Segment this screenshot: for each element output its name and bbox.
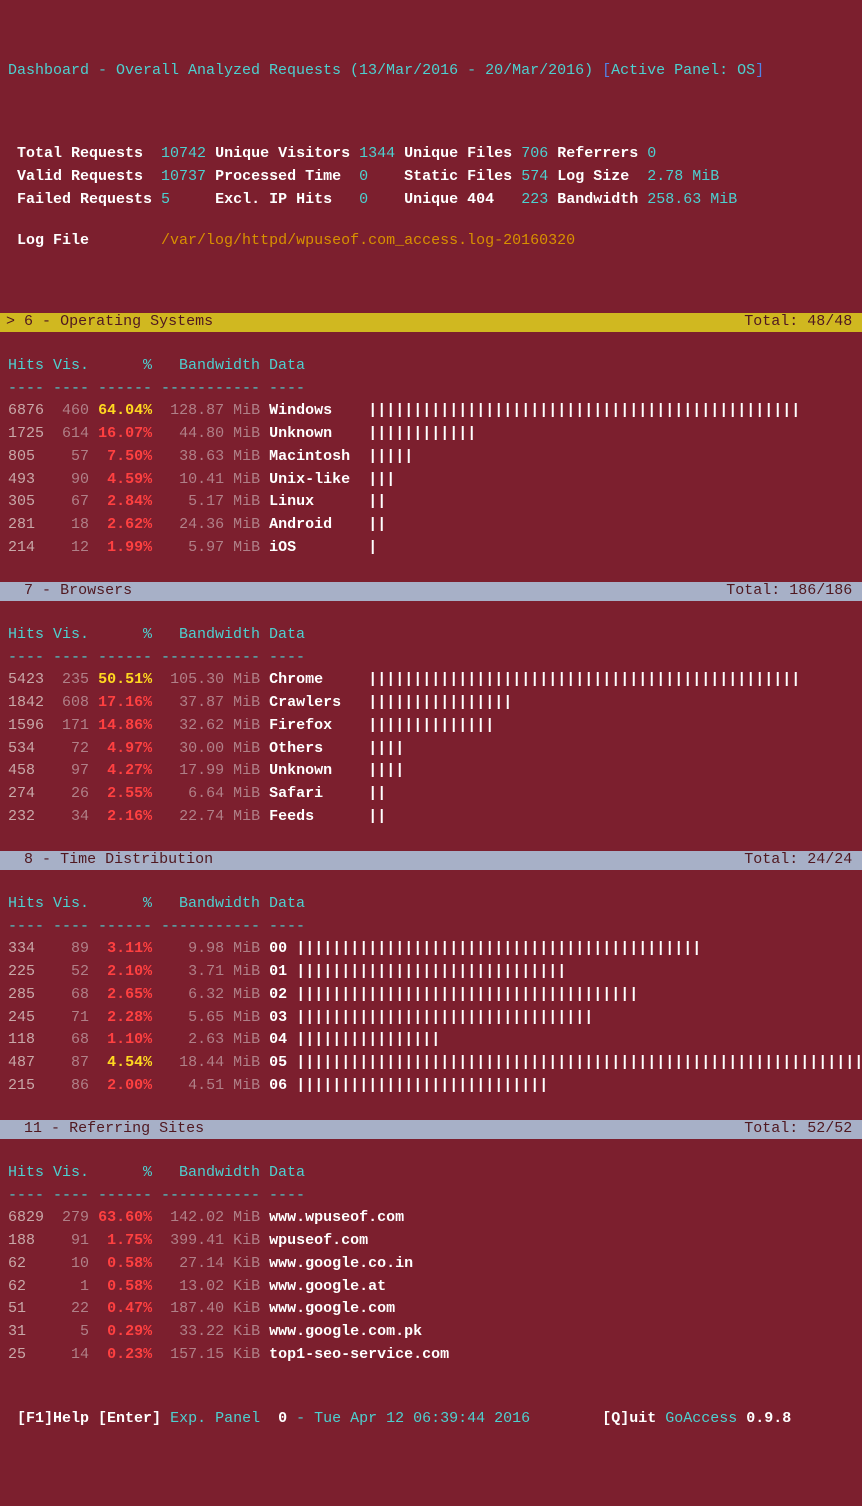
data-row[interactable]: 188 91 1.75% 399.41 KiB wpuseof.com [0,1230,862,1253]
blank [0,1098,862,1121]
data-row[interactable]: 118 68 1.10% 2.63 MiB 04 |||||||||||||||… [0,1029,862,1052]
dashboard-title: Dashboard - Overall Analyzed Requests (1… [0,56,862,83]
data-row[interactable]: 458 97 4.27% 17.99 MiB Unknown |||| [0,760,862,783]
column-headers: Hits Vis. % Bandwidth Data [0,624,862,647]
data-row[interactable]: 805 57 7.50% 38.63 MiB Macintosh ||||| [0,446,862,469]
data-row[interactable]: 62 1 0.58% 13.02 KiB www.google.at [0,1276,862,1299]
data-row[interactable]: 305 67 2.84% 5.17 MiB Linux || [0,491,862,514]
blank [0,601,862,624]
column-headers: Hits Vis. % Bandwidth Data [0,1162,862,1185]
data-row[interactable]: 51 22 0.47% 187.40 KiB www.google.com [0,1298,862,1321]
data-row[interactable]: 6876 460 64.04% 128.87 MiB Windows |||||… [0,400,862,423]
panel-header[interactable]: 7 - Browsers Total: 186/186 [0,582,862,601]
data-row[interactable]: 493 90 4.59% 10.41 MiB Unix-like ||| [0,469,862,492]
blank [0,102,862,125]
separator: ---- ---- ------ ----------- ---- [0,378,862,401]
separator: ---- ---- ------ ----------- ---- [0,916,862,939]
summary-row: Total Requests 10742 Unique Visitors 134… [0,143,862,166]
data-row[interactable]: 232 34 2.16% 22.74 MiB Feeds || [0,806,862,829]
data-row[interactable]: 225 52 2.10% 3.71 MiB 01 |||||||||||||||… [0,961,862,984]
blank [0,829,862,852]
data-row[interactable]: 334 89 3.11% 9.98 MiB 00 |||||||||||||||… [0,938,862,961]
data-row[interactable]: 215 86 2.00% 4.51 MiB 06 |||||||||||||||… [0,1075,862,1098]
blank [0,870,862,893]
data-row[interactable]: 214 12 1.99% 5.97 MiB iOS | [0,537,862,560]
data-row[interactable]: 25 14 0.23% 157.15 KiB top1-seo-service.… [0,1344,862,1367]
data-row[interactable]: 62 10 0.58% 27.14 KiB www.google.co.in [0,1253,862,1276]
blank [0,1367,862,1390]
summary-row: Failed Requests 5 Excl. IP Hits 0 Unique… [0,189,862,212]
column-headers: Hits Vis. % Bandwidth Data [0,355,862,378]
separator: ---- ---- ------ ----------- ---- [0,647,862,670]
log-file: Log File /var/log/httpd/wpuseof.com_acce… [0,230,862,253]
data-row[interactable]: 1725 614 16.07% 44.80 MiB Unknown ||||||… [0,423,862,446]
blank [0,1139,862,1162]
summary-row: Valid Requests 10737 Processed Time 0 St… [0,166,862,189]
data-row[interactable]: 1596 171 14.86% 32.62 MiB Firefox ||||||… [0,715,862,738]
blank [0,272,862,295]
panel-header[interactable]: > 6 - Operating Systems Total: 48/48 [0,313,862,332]
data-row[interactable]: 6829 279 63.60% 142.02 MiB www.wpuseof.c… [0,1207,862,1230]
data-row[interactable]: 31 5 0.29% 33.22 KiB www.google.com.pk [0,1321,862,1344]
data-row[interactable]: 1842 608 17.16% 37.87 MiB Crawlers |||||… [0,692,862,715]
separator: ---- ---- ------ ----------- ---- [0,1185,862,1208]
data-row[interactable]: 274 26 2.55% 6.64 MiB Safari || [0,783,862,806]
column-headers: Hits Vis. % Bandwidth Data [0,893,862,916]
panel-header[interactable]: 8 - Time Distribution Total: 24/24 [0,851,862,870]
data-row[interactable]: 487 87 4.54% 18.44 MiB 05 ||||||||||||||… [0,1052,862,1075]
data-row[interactable]: 285 68 2.65% 6.32 MiB 02 |||||||||||||||… [0,984,862,1007]
blank [0,332,862,355]
panel-header[interactable]: 11 - Referring Sites Total: 52/52 [0,1120,862,1139]
data-row[interactable]: 281 18 2.62% 24.36 MiB Android || [0,514,862,537]
blank [0,560,862,583]
data-row[interactable]: 5423 235 50.51% 105.30 MiB Chrome ||||||… [0,669,862,692]
footer: [F1]Help [Enter] Exp. Panel 0 - Tue Apr … [0,1408,862,1431]
data-row[interactable]: 534 72 4.97% 30.00 MiB Others |||| [0,738,862,761]
